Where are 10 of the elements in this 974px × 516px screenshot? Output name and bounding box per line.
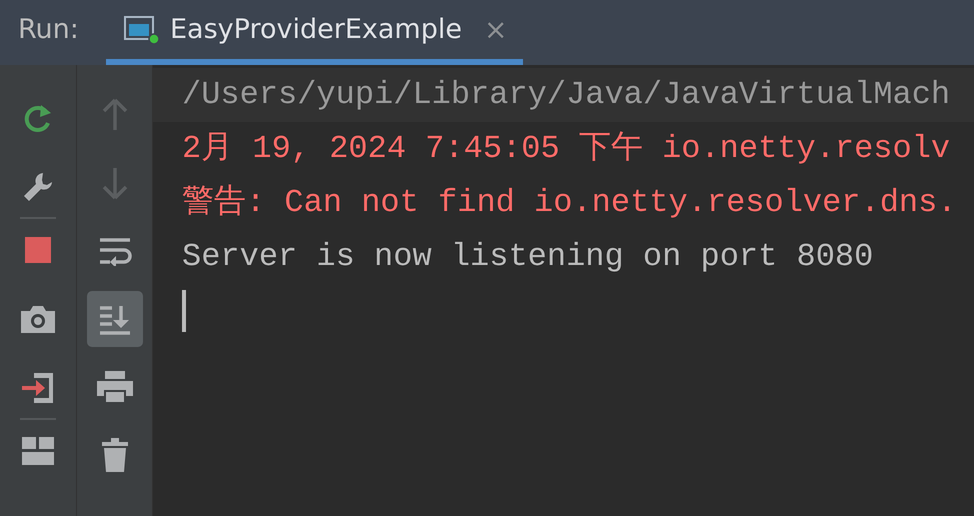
trash-icon [100, 437, 128, 473]
scroll-end-button[interactable] [86, 291, 142, 347]
console-line: 警告: Can not find io.netty.resolver.dns. [181, 183, 958, 223]
layout-icon[interactable] [22, 436, 54, 464]
window-icon [124, 14, 160, 44]
console-line: 2月 19, 2024 7:45:05 下午 io.netty.resolv [181, 129, 952, 169]
printer-icon [96, 370, 134, 404]
wrap-icon [98, 236, 132, 266]
console-line: Server is now listening on port 8080 [181, 237, 874, 277]
run-label: Run: [17, 13, 80, 47]
